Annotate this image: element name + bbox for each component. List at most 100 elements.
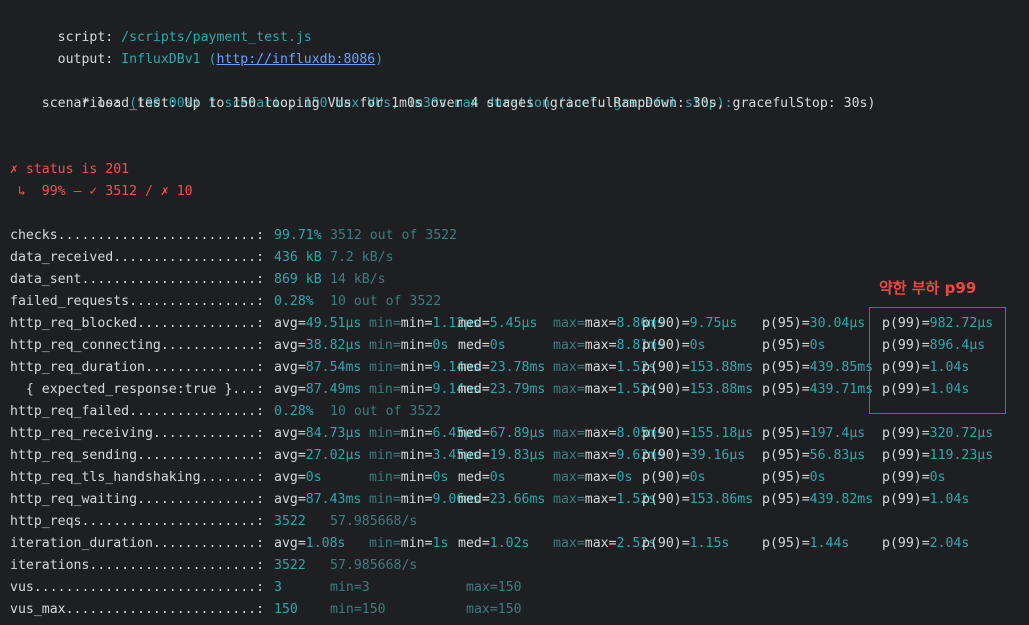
metric-p90: p(90)=1.15s — [642, 536, 730, 551]
metric-p90: p(90)=153.88ms — [642, 360, 754, 375]
metric-min: min=150 — [330, 602, 386, 617]
metric-p95: p(95)=439.85ms — [762, 360, 874, 375]
metric-p99: p(99)=119.23µs — [882, 448, 994, 463]
metric-avg: avg=1.08s — [274, 536, 346, 551]
scenarios-line: scenarios: (100.00%) 1 scenario, 150 max… — [10, 71, 733, 111]
metric-med: med=0s — [458, 470, 506, 485]
metric-value: 3 — [274, 580, 282, 595]
metric-value: 150 — [274, 602, 298, 617]
metric-rate: 7.2 kB/s — [330, 250, 394, 265]
script-line: script: /scripts/payment_test.js — [10, 5, 312, 45]
metric-p95: p(95)=1.44s — [762, 536, 850, 551]
influxdb-link[interactable]: http://influxdb:8086 — [216, 52, 375, 67]
metric-name: failed_requests................: — [10, 294, 265, 309]
metric-value: 3522 — [274, 558, 306, 573]
metric-name: http_req_duration..............: — [10, 360, 265, 375]
metric-max: max=max=2.52s — [553, 536, 657, 551]
metric-name: vus............................: — [10, 580, 265, 595]
metric-rate: 57.985668/s — [330, 558, 418, 573]
metric-med: med=23.66ms — [458, 492, 546, 507]
metric-p95: p(95)=197.4µs — [762, 426, 866, 441]
metric-p95: p(95)=439.71ms — [762, 382, 874, 397]
metric-med: med=5.45µs — [458, 316, 538, 331]
metric-max: max=max=0s — [553, 470, 633, 485]
metric-name: iterations.....................: — [10, 558, 265, 573]
metric-p90: p(90)=153.88ms — [642, 382, 754, 397]
metric-p95: p(95)=30.04µs — [762, 316, 866, 331]
metric-med: med=23.78ms — [458, 360, 546, 375]
metric-max: max=150 — [466, 602, 522, 617]
metric-value: 99.71% — [274, 228, 322, 243]
metric-rate: 10 out of 3522 — [330, 294, 442, 309]
metric-name: http_req_tls_handshaking.......: — [10, 470, 265, 485]
metric-p90: p(90)=0s — [642, 338, 706, 353]
metric-value: 0.28% — [274, 294, 314, 309]
metric-max: max=max=1.52s — [553, 360, 657, 375]
metric-min: min=3 — [330, 580, 370, 595]
output-key: output: — [41, 52, 122, 67]
metric-max: max=150 — [466, 580, 522, 595]
metric-name: http_req_blocked...............: — [10, 316, 265, 331]
metric-med: med=0s — [458, 338, 506, 353]
output-value: InfluxDBv1 ( — [121, 52, 217, 67]
metric-med: med=67.89µs — [458, 426, 546, 441]
metric-p95: p(95)=439.82ms — [762, 492, 874, 507]
metric-min: min=min=0s — [369, 338, 449, 353]
metric-rate: 14 kB/s — [330, 272, 386, 287]
metric-rate: 3512 out of 3522 — [330, 228, 458, 243]
metric-name: http_req_waiting...............: — [10, 492, 265, 507]
metric-avg: avg=84.73µs — [274, 426, 362, 441]
metric-p99: p(99)=1.04s — [882, 492, 970, 507]
metric-value: 0.28% — [274, 404, 314, 419]
metric-p90: p(90)=39.16µs — [642, 448, 746, 463]
p99-highlight-box — [869, 307, 1006, 414]
metric-rate: 57.985668/s — [330, 514, 418, 529]
metric-med: med=1.02s — [458, 536, 530, 551]
metric-value: 869 kB — [274, 272, 322, 287]
check-title: ✗ status is 201 — [10, 162, 130, 177]
metric-avg: avg=49.51µs — [274, 316, 362, 331]
metric-p90: p(90)=153.86ms — [642, 492, 754, 507]
metric-rate: 10 out of 3522 — [330, 404, 442, 419]
scenario-detail: * load_test: Up to 150 looping VUs for 1… — [10, 96, 876, 111]
metric-name: http_req_receiving.............: — [10, 426, 265, 441]
metric-p99: p(99)=320.72µs — [882, 426, 994, 441]
metric-min: min=min=1s — [369, 536, 449, 551]
metric-p95: p(95)=56.83µs — [762, 448, 866, 463]
metric-med: med=23.79ms — [458, 382, 546, 397]
p99-annotation-label: 약한 부하 p99 — [879, 279, 977, 297]
metric-avg: avg=87.43ms — [274, 492, 362, 507]
output-close: ) — [375, 52, 384, 67]
metric-max: max=max=1.52s — [553, 382, 657, 397]
metric-name: data_received..................: — [10, 250, 265, 265]
metric-max: max=max=1.52s — [553, 492, 657, 507]
metric-avg: avg=0s — [274, 470, 322, 485]
check-result: ↳ 99% — ✓ 3512 / ✗ 10 — [10, 184, 193, 199]
metric-name: http_req_connecting............: — [10, 338, 265, 353]
metric-name: http_req_failed................: — [10, 404, 265, 419]
metric-name: checks.........................: — [10, 228, 265, 243]
metric-avg: avg=38.82µs — [274, 338, 362, 353]
metric-value: 436 kB — [274, 250, 322, 265]
metric-name: data_sent......................: — [10, 272, 265, 287]
metric-value: 3522 — [274, 514, 306, 529]
metric-name: iteration_duration.............: — [10, 536, 265, 551]
metric-avg: avg=87.54ms — [274, 360, 362, 375]
metric-min: min=min=0s — [369, 470, 449, 485]
metric-name: vus_max........................: — [10, 602, 265, 617]
metric-med: med=19.83µs — [458, 448, 546, 463]
metric-name: http_reqs......................: — [10, 514, 265, 529]
metric-p90: p(90)=9.75µs — [642, 316, 738, 331]
metric-avg: avg=87.49ms — [274, 382, 362, 397]
terminal-output: script: /scripts/payment_test.js output:… — [0, 0, 1029, 625]
metric-name: http_req_sending...............: — [10, 448, 265, 463]
output-line: output: InfluxDBv1 (http://influxdb:8086… — [10, 27, 384, 67]
metric-avg: avg=27.02µs — [274, 448, 362, 463]
metric-name: { expected_response:true }...: — [10, 382, 265, 397]
metric-p90: p(90)=155.18µs — [642, 426, 754, 441]
metric-p95: p(95)=0s — [762, 338, 826, 353]
metric-p99: p(99)=0s — [882, 470, 946, 485]
metric-p95: p(95)=0s — [762, 470, 826, 485]
metric-p90: p(90)=0s — [642, 470, 706, 485]
metric-p99: p(99)=2.04s — [882, 536, 970, 551]
